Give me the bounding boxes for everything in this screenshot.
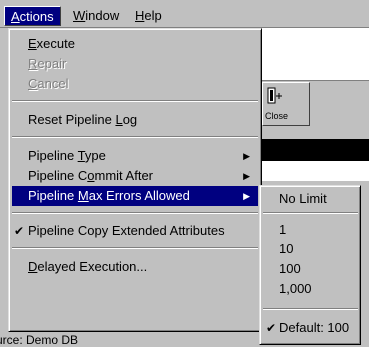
menu-separator bbox=[12, 136, 258, 138]
menu-item-pipeline-type[interactable]: Pipeline Type ▶ bbox=[12, 146, 258, 166]
submenu-item-100[interactable]: 100 bbox=[263, 259, 358, 279]
submenu-item-no-limit[interactable]: No Limit bbox=[263, 189, 358, 209]
submenu-item-1[interactable]: 1 bbox=[263, 220, 358, 240]
menubar-actions[interactable]: Actions bbox=[4, 6, 61, 26]
menubar-help[interactable]: Help bbox=[129, 6, 168, 26]
menu-item-max-errors[interactable]: Pipeline Max Errors Allowed ▶ bbox=[12, 186, 258, 206]
menubar-window[interactable]: Window bbox=[67, 6, 125, 26]
max-errors-submenu: No Limit 1 10 100 1,000 ✔ Default: 100 bbox=[259, 185, 361, 345]
menu-item-reset-log[interactable]: Reset Pipeline Log bbox=[12, 110, 258, 130]
menu-item-commit-after[interactable]: Pipeline Commit After ▶ bbox=[12, 166, 258, 186]
menu-separator bbox=[12, 247, 258, 249]
submenu-item-10[interactable]: 10 bbox=[263, 239, 358, 259]
menu-item-delayed-execution[interactable]: Delayed Execution... bbox=[12, 257, 258, 277]
menu-item-copy-attributes[interactable]: ✔ Pipeline Copy Extended Attributes bbox=[12, 221, 258, 241]
menu-item-execute[interactable]: Execute bbox=[12, 34, 258, 54]
submenu-item-1000[interactable]: 1,000 bbox=[263, 279, 358, 299]
submenu-separator bbox=[263, 308, 358, 310]
submenu-item-default[interactable]: ✔ Default: 100 bbox=[263, 318, 358, 338]
menu-item-repair: Repair bbox=[28, 56, 67, 71]
submenu-separator bbox=[263, 212, 358, 214]
submenu-arrow-icon: ▶ bbox=[243, 151, 250, 161]
app-panel bbox=[262, 161, 369, 181]
checkmark-icon: ✔ bbox=[266, 321, 277, 335]
selected-row bbox=[262, 139, 369, 161]
door-close-icon bbox=[267, 87, 282, 104]
menu-separator bbox=[12, 100, 258, 102]
menubar: Actions Window Help bbox=[0, 0, 369, 28]
submenu-arrow-icon: ▶ bbox=[243, 191, 250, 201]
menu-item-cancel: Cancel bbox=[28, 76, 69, 91]
menu-separator bbox=[12, 212, 258, 214]
close-toolbar-label: Close bbox=[265, 111, 289, 121]
status-source: urce: Demo DB bbox=[0, 333, 79, 347]
checkmark-icon: ✔ bbox=[14, 224, 25, 238]
actions-menu: Execute Repair Cancel Reset Pipeline Log… bbox=[8, 28, 262, 332]
submenu-arrow-icon: ▶ bbox=[243, 171, 250, 181]
app-workspace bbox=[262, 28, 369, 80]
close-toolbar-button[interactable]: Close bbox=[262, 82, 310, 126]
